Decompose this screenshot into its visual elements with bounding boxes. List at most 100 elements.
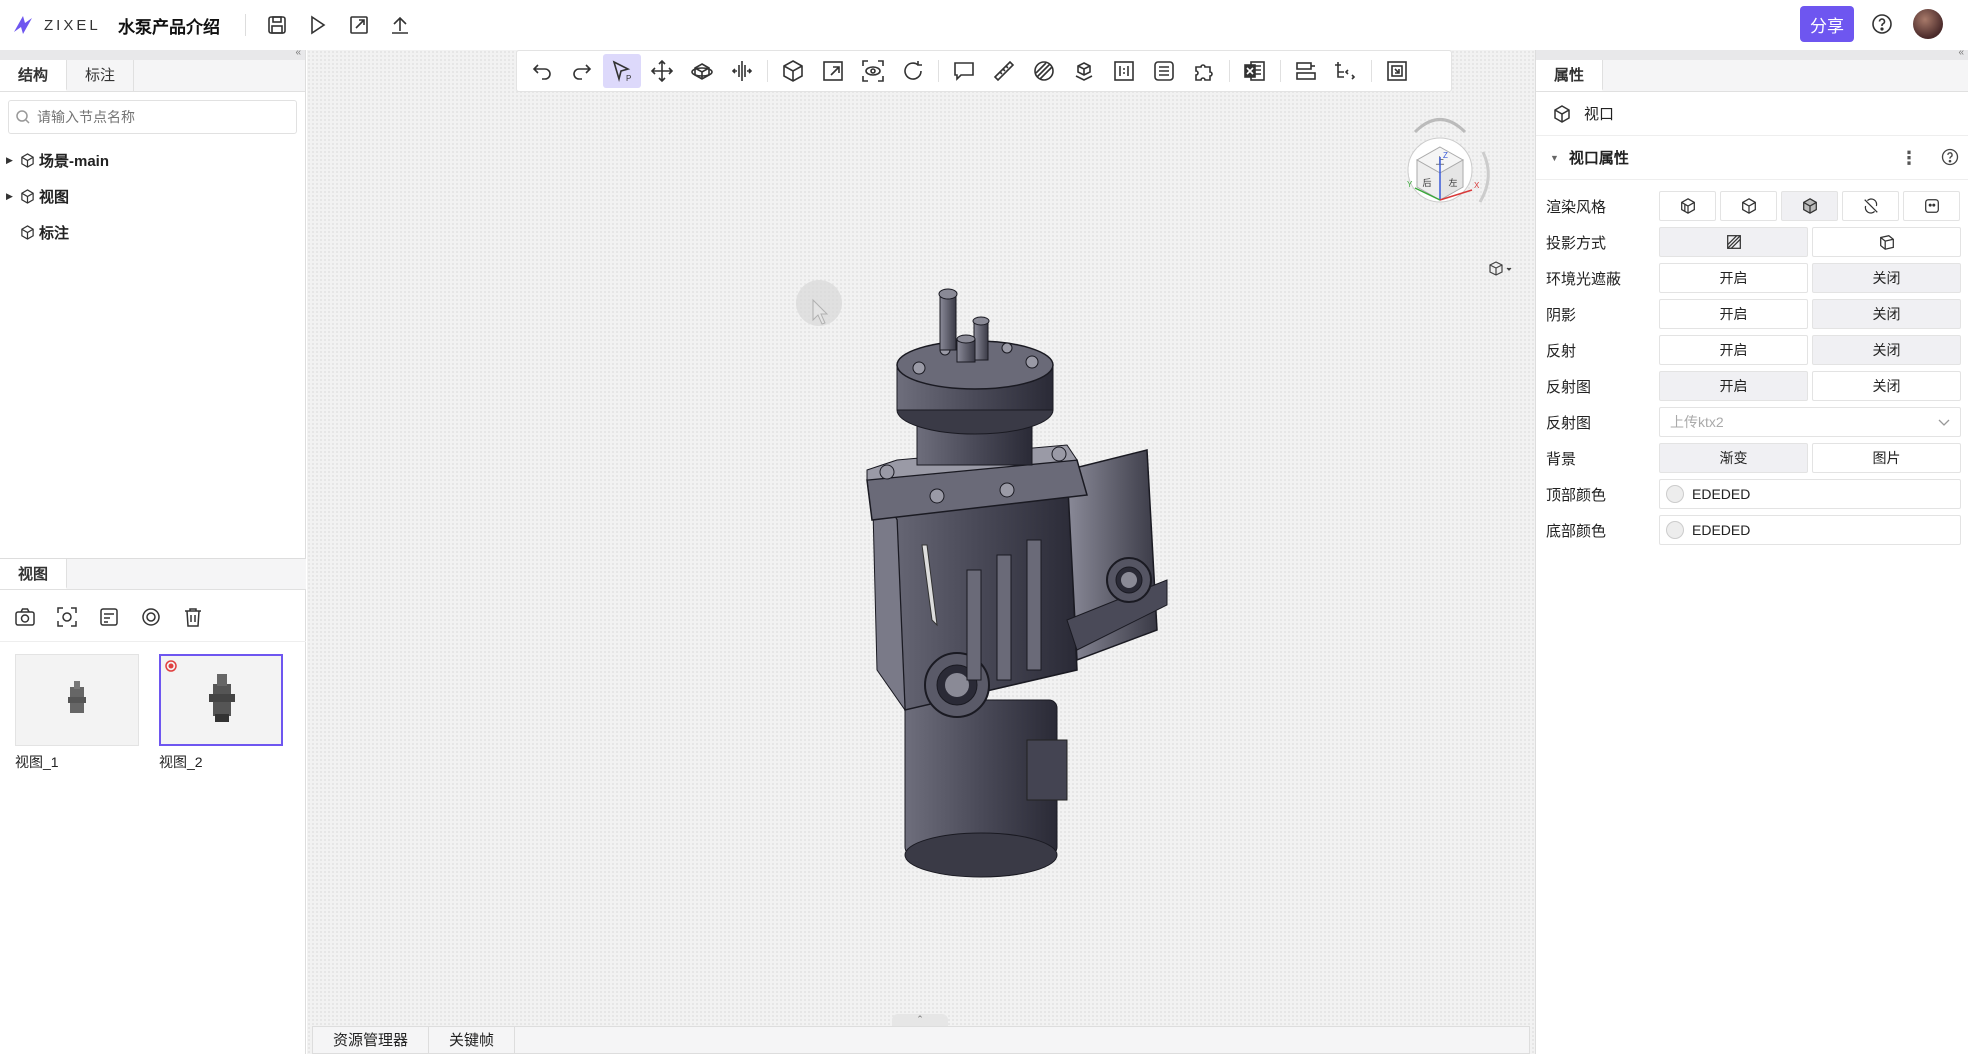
render-shaded-icon[interactable] (1781, 191, 1838, 221)
comment-icon[interactable] (945, 54, 983, 88)
copy-icon[interactable] (1378, 54, 1416, 88)
reflection-map-off-button[interactable]: 关闭 (1812, 371, 1961, 401)
ktx2-upload-select[interactable]: 上传ktx2 (1659, 407, 1961, 437)
share-button[interactable]: 分享 (1800, 6, 1854, 42)
top-color-picker[interactable]: EDEDED (1659, 479, 1961, 509)
move-icon[interactable] (643, 54, 681, 88)
dimension-icon[interactable] (1105, 54, 1143, 88)
collapse-icon[interactable]: « (1958, 47, 1964, 58)
select-icon[interactable]: P (603, 54, 641, 88)
pump-model[interactable] (307, 50, 1535, 1054)
help-icon[interactable] (1940, 147, 1960, 171)
tab-properties[interactable]: 属性 (1536, 60, 1604, 91)
delete-icon[interactable] (182, 606, 204, 627)
refresh-icon[interactable] (894, 54, 932, 88)
undo-icon[interactable] (523, 54, 561, 88)
render-hidden-icon[interactable] (1842, 191, 1899, 221)
avatar[interactable] (1913, 9, 1943, 39)
play-icon[interactable] (303, 11, 331, 39)
save-icon[interactable] (263, 11, 291, 39)
logo[interactable]: ZIXEL (10, 12, 101, 38)
tree-icon[interactable] (1327, 54, 1365, 88)
expand-arrow-icon[interactable]: ▶ (6, 191, 16, 202)
tab-views[interactable]: 视图 (0, 559, 68, 589)
row-label: 底部颜色 (1546, 522, 1607, 540)
render-wireframe-icon[interactable] (1720, 191, 1777, 221)
export-icon[interactable] (345, 11, 373, 39)
left-panel: « 结构 标注 ▶ 场景-main ▶ 视图 标注 视图 视图_1 (0, 47, 306, 1054)
tab-structure[interactable]: 结构 (0, 60, 68, 91)
measure-icon[interactable] (985, 54, 1023, 88)
tree-item-scene[interactable]: ▶ 场景-main (0, 142, 305, 178)
list-icon[interactable] (1145, 54, 1183, 88)
chevron-down-icon (1938, 414, 1950, 430)
viewport-properties-header[interactable]: ▼ 视口属性 ⋮ (1536, 136, 1968, 180)
color-swatch[interactable] (1666, 485, 1684, 503)
explode-icon[interactable] (1065, 54, 1103, 88)
cube-face-left: 左 (1448, 177, 1457, 188)
ao-on-button[interactable]: 开启 (1659, 263, 1808, 293)
right-collapse-bar[interactable]: « (1536, 47, 1968, 60)
section-icon[interactable] (1025, 54, 1063, 88)
align-icon[interactable] (1287, 54, 1325, 88)
tab-annotation[interactable]: 标注 (67, 60, 135, 91)
top-bar: ZIXEL 水泵产品介绍 分享 (0, 0, 1968, 50)
reflection-map-on-button[interactable]: 开启 (1659, 371, 1808, 401)
help-icon[interactable] (1870, 12, 1894, 41)
3d-viewport[interactable]: 上 后 左 Z Y X (307, 50, 1535, 1054)
rotate-icon[interactable] (683, 54, 721, 88)
box-icon[interactable] (774, 54, 812, 88)
navigation-cube[interactable]: 上 后 左 Z Y X (1375, 102, 1505, 232)
row-label: 反射图 (1546, 378, 1592, 396)
shadow-off-button[interactable]: 关闭 (1812, 299, 1961, 329)
redo-icon[interactable] (563, 54, 601, 88)
zoom-window-icon[interactable] (814, 54, 852, 88)
focus-camera-icon[interactable] (56, 606, 78, 627)
orthographic-icon[interactable] (1659, 227, 1808, 257)
bottom-color-picker[interactable]: EDEDED (1659, 515, 1961, 545)
color-swatch[interactable] (1666, 521, 1684, 539)
node-search[interactable] (8, 100, 297, 134)
expand-arrow-icon[interactable]: ▶ (6, 155, 16, 166)
collapse-arrow-icon[interactable]: ▼ (1550, 153, 1559, 163)
tree-item-view[interactable]: ▶ 视图 (0, 178, 305, 214)
search-input[interactable] (37, 109, 277, 125)
background-row: 背景 渐变 图片 (1536, 440, 1968, 476)
properties-panel: « 属性 视口 ▼ 视口属性 ⋮ 渲染风格 投影方式 环境光遮蔽 开启 关闭 阴… (1535, 47, 1968, 1054)
views-toolbar (0, 590, 306, 642)
upload-icon[interactable] (386, 11, 414, 39)
focus-icon[interactable] (854, 54, 892, 88)
cube-face-back: 后 (1422, 178, 1431, 188)
view-thumbnail-selected[interactable]: 视图_2 (159, 654, 283, 772)
view-list-icon[interactable] (98, 606, 120, 626)
reflection-off-button[interactable]: 关闭 (1812, 335, 1961, 365)
shadow-row: 阴影 开启 关闭 (1536, 296, 1968, 332)
render-shaded-edges-icon[interactable] (1659, 191, 1716, 221)
left-collapse-bar[interactable]: « (0, 47, 305, 60)
perspective-icon[interactable] (1812, 227, 1961, 257)
target-icon[interactable] (140, 606, 162, 626)
section-title: 视口属性 (1568, 150, 1629, 167)
view-mode-dropdown-icon[interactable] (1487, 260, 1515, 283)
tab-resource-manager[interactable]: 资源管理器 (313, 1027, 430, 1053)
ao-off-button[interactable]: 关闭 (1812, 263, 1961, 293)
split-icon[interactable] (723, 54, 761, 88)
reflection-on-button[interactable]: 开启 (1659, 335, 1808, 365)
puzzle-icon[interactable] (1185, 54, 1223, 88)
more-icon[interactable]: ⋮ (1900, 148, 1918, 169)
tab-keyframes[interactable]: 关键帧 (429, 1027, 516, 1053)
render-realistic-icon[interactable] (1903, 191, 1960, 221)
camera-icon[interactable] (14, 606, 36, 626)
excel-icon[interactable] (1236, 54, 1274, 88)
background-image-button[interactable]: 图片 (1812, 443, 1961, 473)
zixel-logo-icon (14, 16, 32, 34)
background-gradient-button[interactable]: 渐变 (1659, 443, 1808, 473)
ambient-occlusion-row: 环境光遮蔽 开启 关闭 (1536, 260, 1968, 296)
bottom-panel-toggle[interactable]: ⌃ (892, 1014, 948, 1026)
shadow-on-button[interactable]: 开启 (1659, 299, 1808, 329)
collapse-icon[interactable]: « (295, 47, 301, 58)
view-thumbnail[interactable]: 视图_1 (15, 654, 139, 772)
tree-item-annotation[interactable]: 标注 (0, 214, 305, 250)
row-label: 反射图 (1546, 414, 1592, 432)
bottom-color-row: 底部颜色 EDEDED (1536, 512, 1968, 548)
